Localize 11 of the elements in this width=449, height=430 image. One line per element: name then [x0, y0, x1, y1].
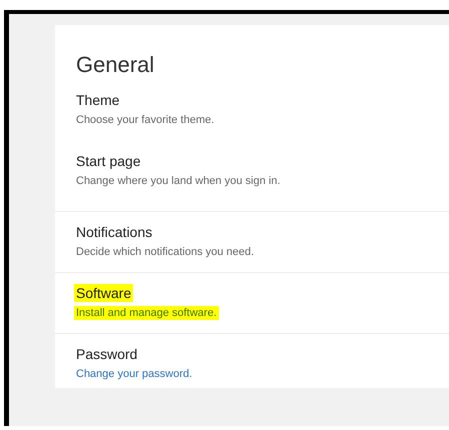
section-heading: General — [76, 51, 154, 79]
setting-title[interactable]: Notifications — [74, 223, 154, 241]
setting-description: Install and manage software. — [74, 306, 219, 320]
setting-description: Change where you land when you sign in. — [75, 174, 282, 188]
setting-description: Choose your favorite theme. — [75, 113, 216, 127]
setting-title[interactable]: Start page — [74, 152, 143, 170]
setting-title[interactable]: Software — [74, 284, 134, 302]
setting-title[interactable]: Password — [74, 345, 140, 363]
setting-link[interactable]: Change your password. — [74, 367, 194, 381]
setting-title[interactable]: Theme — [74, 91, 122, 109]
setting-description: Decide which notifications you need. — [75, 245, 255, 259]
